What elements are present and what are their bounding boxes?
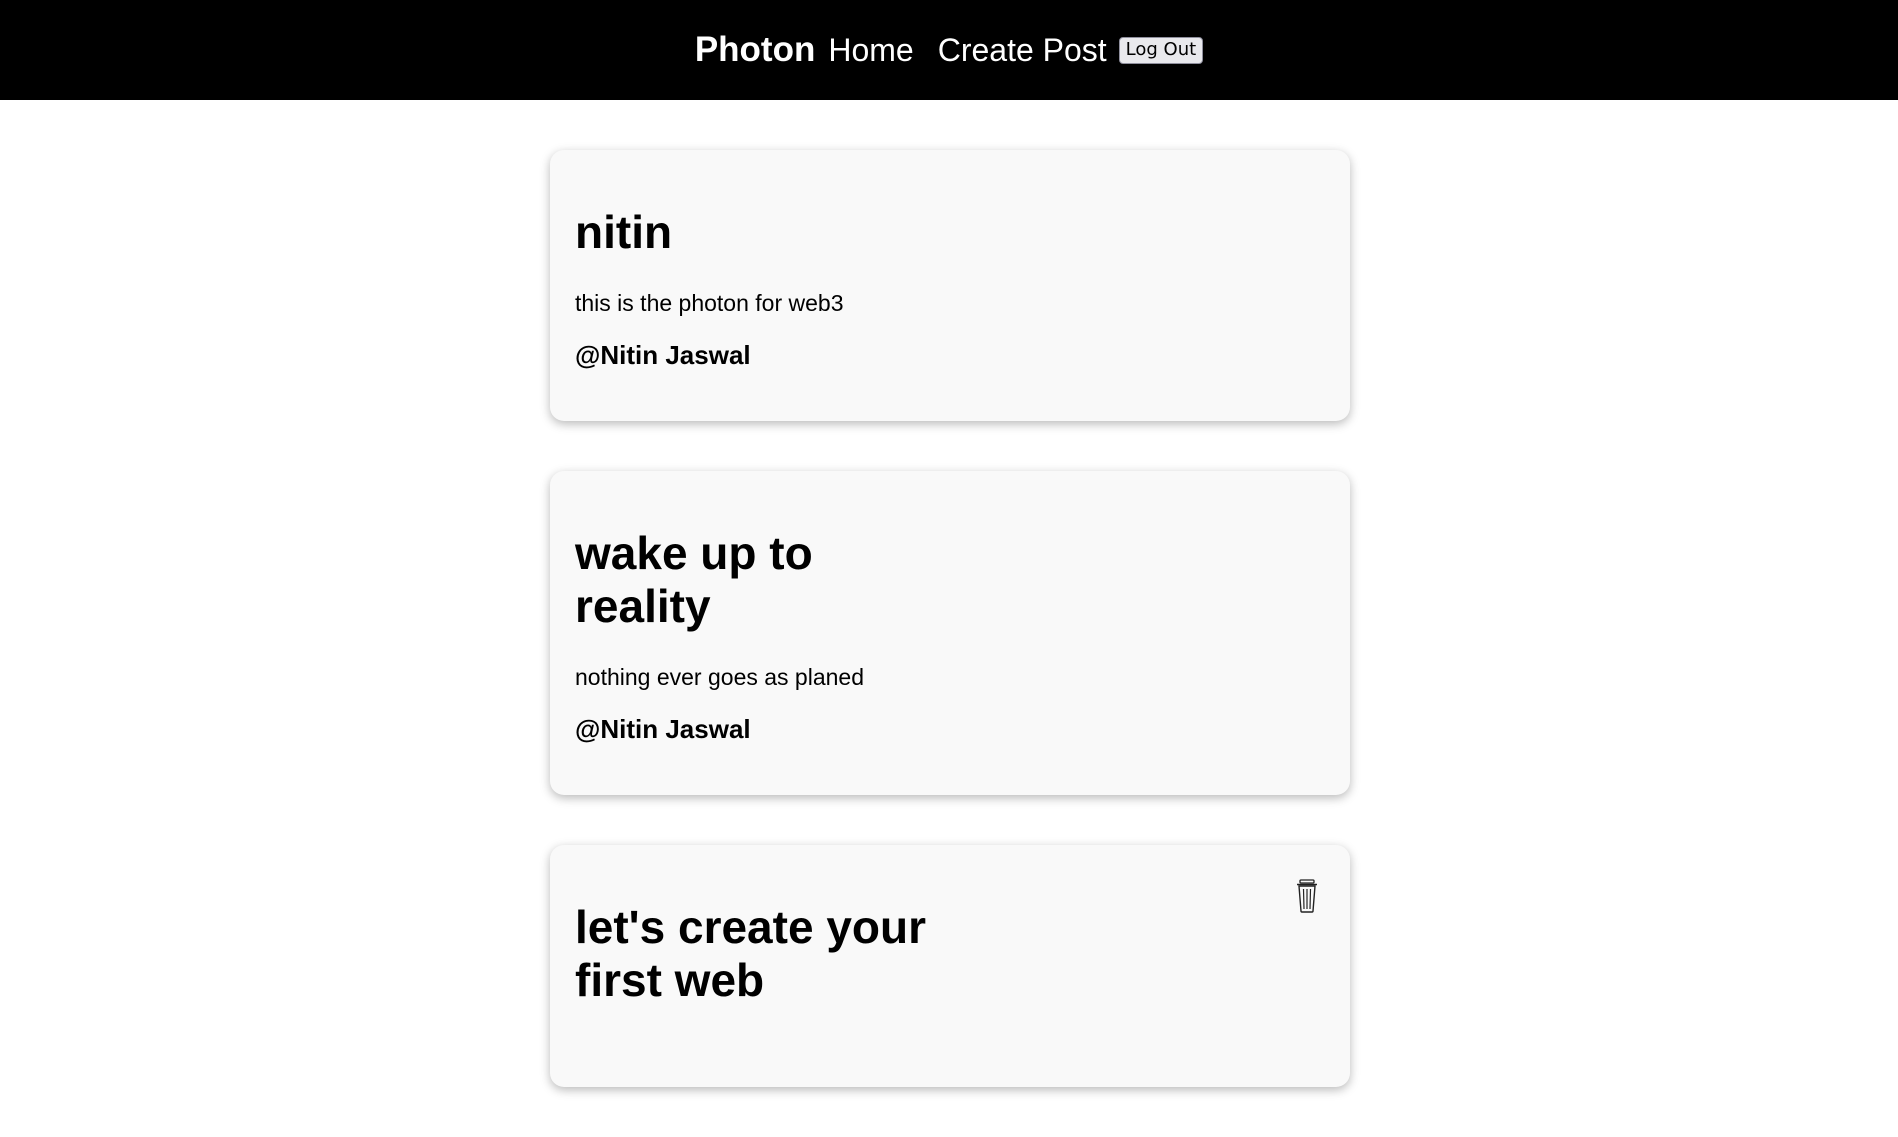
- logout-button[interactable]: Log Out: [1118, 36, 1204, 64]
- post-card: wake up to reality nothing ever goes as …: [550, 471, 1350, 795]
- brand-logo[interactable]: Photon: [695, 30, 816, 70]
- post-title: wake up to reality: [575, 527, 813, 632]
- post-body: this is the photon for web3: [575, 290, 844, 316]
- navbar: Photon Home Create Post Log Out: [0, 0, 1898, 100]
- post-title: nitin: [575, 206, 673, 258]
- post-author: @Nitin Jaswal: [575, 714, 751, 744]
- post-body: nothing ever goes as planed: [575, 664, 864, 690]
- post-card: let's create your first web: [550, 845, 1350, 1087]
- post-card: nitin this is the photon for web3 @Nitin…: [550, 150, 1350, 421]
- trash-icon: [1297, 879, 1317, 913]
- delete-post-button[interactable]: [1296, 879, 1318, 913]
- nav-link-create-post[interactable]: Create Post: [938, 32, 1107, 69]
- post-title: let's create your first web: [575, 901, 926, 1006]
- nav-link-home[interactable]: Home: [828, 32, 913, 69]
- post-author: @Nitin Jaswal: [575, 340, 751, 370]
- post-feed: nitin this is the photon for web3 @Nitin…: [550, 150, 1350, 1137]
